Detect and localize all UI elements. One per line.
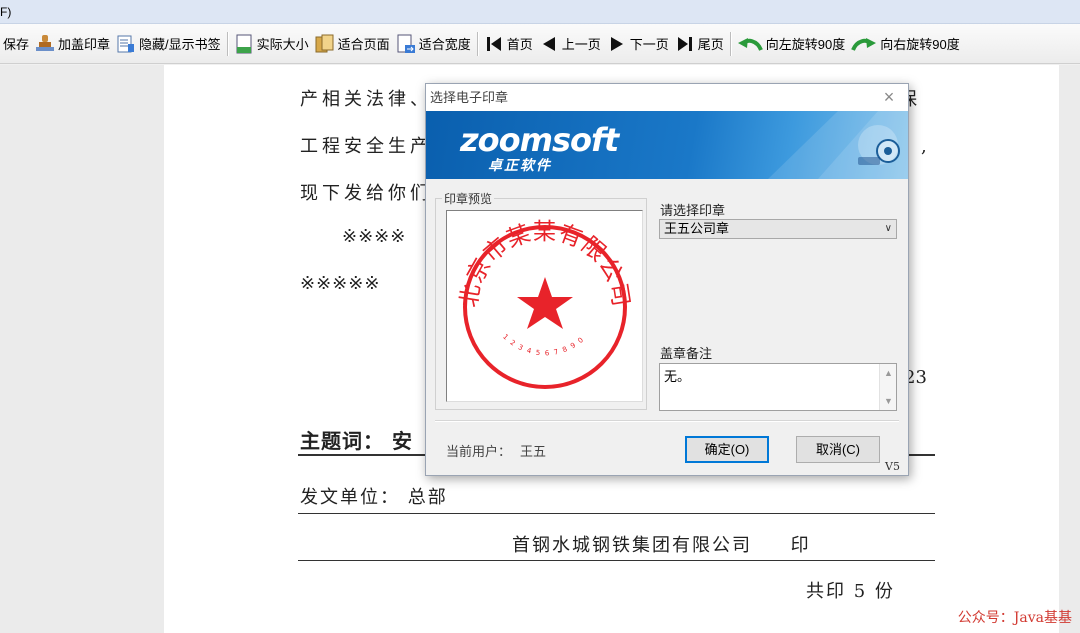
subject-keywords: 主题词： 安 [300, 425, 413, 454]
toolbar-label-prev: 上一页 [561, 37, 601, 52]
divider [298, 513, 935, 514]
rotate-left-button[interactable]: 向左旋转90度 [734, 29, 848, 59]
menu-bar: F) [0, 0, 1080, 24]
brand-cn: 卓正软件 [488, 157, 552, 173]
seal-org-line: 首钢水城钢铁集团有限公司 印 [512, 535, 811, 556]
stamp-icon [35, 34, 55, 54]
toolbar-label-actual-size: 实际大小 [256, 37, 309, 52]
stamp-button[interactable]: 加盖印章 [32, 29, 113, 59]
actual-size-icon [234, 34, 254, 54]
scroll-up-icon[interactable]: ▲ [884, 368, 893, 378]
chevron-down-icon: ∨ [884, 223, 892, 234]
next-page-icon [607, 34, 627, 54]
brand-logo: zoomsoft [460, 121, 619, 159]
seal-select[interactable]: 王五公司章 ∨ [659, 219, 897, 239]
toolbar-separator [729, 31, 731, 56]
brand-banner: zoomsoft 卓正软件 [426, 111, 908, 179]
toolbar-label-rotate-left: 向左旋转90度 [765, 37, 846, 52]
current-user-label: 当前用户： [446, 444, 512, 459]
bookmark-icon [116, 34, 136, 54]
star-icon [517, 277, 573, 329]
divider [298, 560, 935, 561]
actual-size-button[interactable]: 实际大小 [231, 29, 312, 59]
doc-text-line: 工程安全生产 [300, 136, 432, 157]
subject-label: 主题词： [300, 429, 384, 453]
last-page-icon [675, 34, 695, 54]
fit-width-button[interactable]: 适合宽度 [393, 29, 474, 59]
select-seal-label: 请选择印章 [660, 203, 726, 218]
last-page-button[interactable]: 尾页 [672, 29, 727, 59]
prev-page-icon [539, 34, 559, 54]
doc-text-line: 现下发给你们 [300, 183, 432, 204]
subject-value: 安 [391, 429, 413, 453]
watermark: 公众号：Java基基 [957, 610, 1072, 626]
cancel-button[interactable]: 取消(C) [796, 436, 880, 463]
rotate-right-icon [851, 34, 877, 54]
seal-image: 北京市某某有限公司 1234567890 [456, 219, 633, 389]
doc-text-line: 产相关法律、 [300, 89, 432, 110]
toolbar-label-first: 首页 [506, 37, 533, 52]
remark-textarea[interactable]: 无。 ▲ ▼ [659, 363, 897, 411]
seal-code: 1234567890 [501, 333, 584, 358]
dialog-title: 选择电子印章 [430, 90, 509, 105]
toggle-bookmark-button[interactable]: 隐藏/显示书签 [113, 29, 224, 59]
toolbar: 保存 加盖印章 隐藏/显示书签 实际大小 适合页面 适合宽度 首页 上一页 下一… [0, 24, 1080, 64]
menu-item-file[interactable]: F) [0, 5, 11, 19]
first-page-icon [484, 34, 504, 54]
remark-label: 盖章备注 [660, 346, 713, 361]
fit-page-button[interactable]: 适合页面 [312, 29, 393, 59]
remark-scrollbar[interactable]: ▲ ▼ [879, 364, 896, 410]
rotate-right-button[interactable]: 向右旋转90度 [848, 29, 962, 59]
current-user-value: 王五 [520, 444, 547, 459]
toolbar-separator [226, 31, 228, 56]
toolbar-label-last: 尾页 [697, 37, 724, 52]
toolbar-label-stamp: 加盖印章 [58, 37, 111, 52]
save-button[interactable]: 保存 [0, 29, 32, 59]
scroll-down-icon[interactable]: ▼ [884, 396, 893, 406]
next-page-button[interactable]: 下一页 [604, 29, 672, 59]
svg-text:1234567890: 1234567890 [501, 333, 589, 358]
remark-value: 无。 [664, 369, 691, 384]
toolbar-label-fit-width: 适合宽度 [418, 37, 471, 52]
doc-text-line: ※※※※ [342, 226, 407, 247]
prev-page-button[interactable]: 上一页 [536, 29, 604, 59]
fit-width-icon [396, 34, 416, 54]
banner-decoration-icon [768, 111, 908, 179]
toolbar-label-rotate-right: 向右旋转90度 [880, 37, 960, 52]
toolbar-label-save: 保存 [3, 37, 30, 52]
dialog-title-bar[interactable]: 选择电子印章 × [426, 84, 908, 111]
preview-label: 印章预览 [442, 190, 495, 207]
dialog-separator [435, 420, 899, 421]
seal-preview-group: 印章预览 北京市某某有限公司 1234567890 [435, 190, 647, 410]
select-seal-dialog: 选择电子印章 × zoomsoft 卓正软件 印章预览 北京市某某有限公司 12… [425, 83, 909, 476]
issuer-line: 发文单位： 总部 [300, 487, 448, 508]
toolbar-separator [476, 31, 478, 56]
rotate-left-icon [737, 34, 763, 54]
copies-line: 共印 5 份 [806, 581, 895, 602]
fit-page-icon [315, 34, 335, 54]
seal-select-value: 王五公司章 [664, 221, 730, 236]
version-label: V5 [885, 460, 900, 473]
seal-preview: 北京市某某有限公司 1234567890 [446, 210, 643, 402]
toolbar-label-bookmark: 隐藏/显示书签 [139, 37, 221, 52]
toolbar-label-next: 下一页 [629, 37, 669, 52]
first-page-button[interactable]: 首页 [481, 29, 536, 59]
doc-text-line: ※※※※※ [300, 273, 381, 294]
ok-button[interactable]: 确定(O) [685, 436, 769, 463]
close-icon[interactable]: × [880, 88, 898, 106]
toolbar-label-fit-page: 适合页面 [337, 37, 390, 52]
